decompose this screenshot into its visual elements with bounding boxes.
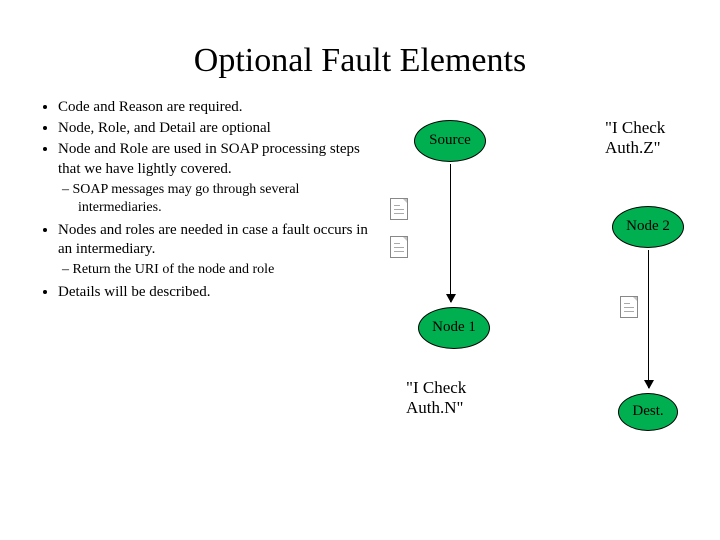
arrow-node2-to-dest — [648, 250, 649, 388]
sub-bullet-item: SOAP messages may go through several int… — [78, 181, 380, 217]
bullet-column: Code and Reason are required. Node, Role… — [40, 98, 380, 478]
arrow-source-to-node1 — [450, 164, 451, 302]
bullet-item: Node, Role, and Detail are optional — [58, 119, 380, 138]
bullet-item: Details will be described. — [58, 283, 380, 302]
page-title: Optional Fault Elements — [0, 0, 720, 80]
node-source: Source — [414, 120, 486, 162]
document-icon — [620, 296, 638, 318]
slide-body: Code and Reason are required. Node, Role… — [0, 80, 720, 478]
bullet-item: Nodes and roles are needed in case a fau… — [58, 221, 380, 259]
diagram-area: Source Node 1 Node 2 Dest. "I Check Auth… — [380, 98, 690, 478]
node-1: Node 1 — [418, 307, 490, 349]
document-icon — [390, 236, 408, 258]
bullet-item: Node and Role are used in SOAP processin… — [58, 140, 380, 178]
document-icon — [390, 198, 408, 220]
sub-bullet-item: Return the URI of the node and role — [78, 261, 380, 279]
bullet-item: Code and Reason are required. — [58, 98, 380, 117]
label-authz: "I Check Auth.Z" — [605, 118, 665, 159]
node-dest: Dest. — [618, 393, 678, 431]
label-authn: "I Check Auth.N" — [406, 378, 466, 419]
node-2: Node 2 — [612, 206, 684, 248]
